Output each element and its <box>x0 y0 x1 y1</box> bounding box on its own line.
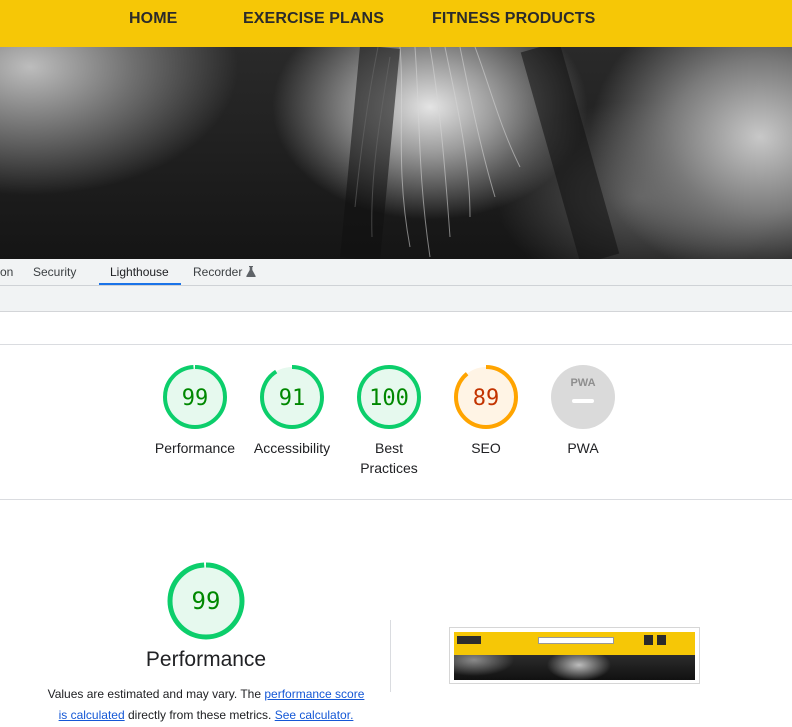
hero-hair-texture <box>340 47 620 259</box>
nav-exercise-plans-link[interactable]: EXERCISE PLANS <box>243 10 384 28</box>
gauge-label: Performance <box>154 440 236 456</box>
gauge-best-practices[interactable]: 100 Best Practices <box>341 364 437 478</box>
thumbnail-button <box>657 635 666 645</box>
performance-score-link-cont[interactable]: is calculated <box>59 708 125 722</box>
gauge-ring: 99 <box>163 365 227 429</box>
nav-fitness-products-link[interactable]: FITNESS PRODUCTS <box>432 10 595 28</box>
devtools-tab-bar: on Security Lighthouse Recorder <box>0 259 792 286</box>
see-calculator-link[interactable]: See calculator. <box>275 708 354 722</box>
gauge-accessibility[interactable]: 91 Accessibility <box>244 364 340 458</box>
gauge-label: PWA <box>567 440 599 456</box>
performance-description: Values are estimated and may vary. The p… <box>36 684 376 726</box>
performance-score: 99 <box>192 587 221 615</box>
gauge-pwa[interactable]: PWA PWA <box>535 364 631 458</box>
gauge-ring: 89 <box>454 365 518 429</box>
divider <box>0 344 792 345</box>
gauge-label: Accessibility <box>253 440 331 456</box>
thumbnail-search <box>538 637 614 644</box>
performance-title: Performance <box>145 648 267 671</box>
gauge-label: Best Practices <box>341 438 437 478</box>
divider <box>0 499 792 500</box>
gauge-score: 91 <box>279 386 306 411</box>
tab-recorder-label: Recorder <box>193 265 243 279</box>
thumbnail-image <box>454 632 695 680</box>
desc-text: directly from these metrics. <box>124 708 275 722</box>
nav-home-link[interactable]: HOME <box>129 10 177 28</box>
thumbnail-button <box>644 635 653 645</box>
pwa-badge-icon: PWA <box>551 365 615 429</box>
desc-text: Values are estimated and may vary. The <box>47 687 265 701</box>
hero-image <box>0 47 792 259</box>
tab-security[interactable]: Security <box>22 259 87 285</box>
gauge-ring: 91 <box>260 365 324 429</box>
thumbnail-logo <box>457 636 481 644</box>
performance-gauge-large: 99 <box>166 561 246 646</box>
page-screenshot-thumbnail[interactable] <box>449 627 700 684</box>
divider <box>390 620 391 692</box>
tab-recorder[interactable]: Recorder <box>182 259 267 285</box>
gauge-label-line1: Best <box>374 440 403 456</box>
gauge-score: 100 <box>369 386 409 411</box>
flask-icon <box>246 266 257 277</box>
gauge-score: 99 <box>182 386 209 411</box>
gauge-label-line2: Practices <box>360 460 418 476</box>
thumbnail-photo <box>454 655 695 680</box>
gauge-performance[interactable]: 99 Performance <box>147 364 243 458</box>
gauge-score: 89 <box>473 386 500 411</box>
site-nav: HOME EXERCISE PLANS FITNESS PRODUCTS <box>0 0 792 47</box>
performance-score-link[interactable]: performance score <box>264 687 364 701</box>
gauge-ring: 100 <box>357 365 421 429</box>
gauge-ring: 99 <box>167 562 245 640</box>
pwa-badge-text: PWA <box>570 377 595 389</box>
gauge-label: SEO <box>471 440 501 456</box>
gauge-seo[interactable]: 89 SEO <box>438 364 534 458</box>
tab-lighthouse[interactable]: Lighthouse <box>99 259 181 285</box>
tab-application[interactable]: on <box>0 259 24 285</box>
lighthouse-toolbar <box>0 286 792 312</box>
